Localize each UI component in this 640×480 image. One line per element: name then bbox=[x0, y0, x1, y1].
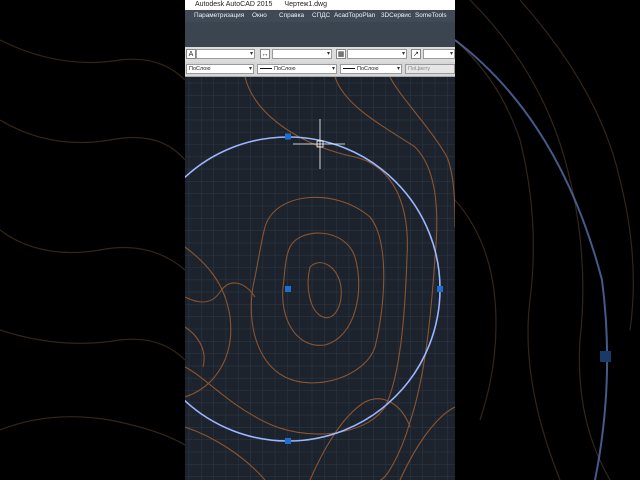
multileader-style-dropdown[interactable]: ▾ bbox=[423, 49, 455, 59]
quadrant-grip-right[interactable] bbox=[437, 286, 443, 292]
menu-item-help[interactable]: Справка bbox=[279, 10, 304, 22]
linetype-value: ПоСлою bbox=[274, 66, 296, 72]
quadrant-grip-top[interactable] bbox=[285, 133, 291, 140]
plot-style-dropdown: ПоЦвету bbox=[405, 64, 455, 74]
plot-style-value: ПоЦвету bbox=[408, 66, 431, 72]
menu-item-acadtopoplan[interactable]: AcadTopoPlan bbox=[334, 10, 375, 22]
ribbon-panel bbox=[185, 22, 455, 47]
quadrant-grip-bottom[interactable] bbox=[285, 438, 291, 444]
multileader-style-icon[interactable]: ↗ bbox=[411, 49, 421, 59]
title-bar: Autodesk AutoCAD 2015 Чертеж1.dwg bbox=[185, 0, 455, 10]
outer-grip-icon bbox=[600, 351, 611, 362]
color-dropdown[interactable]: ПоСлою ▾ bbox=[186, 64, 254, 74]
color-value: ПоСлою bbox=[189, 66, 211, 72]
properties-toolbar: ПоСлою ▾ ПоСлою ▾ ПоСлою ▾ ПоЦвету bbox=[185, 62, 455, 77]
text-style-dropdown[interactable]: ▾ bbox=[196, 49, 255, 59]
lineweight-value: ПоСлою bbox=[357, 66, 379, 72]
menu-item-parametrization[interactable]: Параметризация bbox=[194, 10, 244, 22]
document-title: Чертеж1.dwg bbox=[284, 1, 328, 8]
lineweight-dropdown[interactable]: ПоСлою ▾ bbox=[340, 64, 402, 74]
linetype-dropdown[interactable]: ПоСлою ▾ bbox=[257, 64, 337, 74]
menu-item-sometools[interactable]: SomeTools bbox=[415, 10, 447, 22]
styles-toolbar: A ▾ ↔ ▾ ▦ ▾ ↗ ▾ bbox=[185, 47, 455, 62]
text-style-icon[interactable]: A bbox=[186, 49, 196, 59]
menu-bar: Параметризация Окно Справка СПДС AcadTop… bbox=[185, 10, 455, 22]
center-grip[interactable] bbox=[285, 286, 291, 292]
menu-item-3dservice[interactable]: 3DСервис bbox=[381, 10, 411, 22]
drawing-canvas[interactable] bbox=[185, 77, 455, 480]
menu-item-window[interactable]: Окно bbox=[252, 10, 267, 22]
app-title: Autodesk AutoCAD 2015 bbox=[195, 1, 273, 8]
menu-item-spds[interactable]: СПДС bbox=[312, 10, 330, 22]
dimension-style-icon[interactable]: ↔ bbox=[260, 49, 270, 59]
dimension-style-dropdown[interactable]: ▾ bbox=[272, 49, 332, 59]
table-style-dropdown[interactable]: ▾ bbox=[347, 49, 407, 59]
autocad-window: Autodesk AutoCAD 2015 Чертеж1.dwg Параме… bbox=[185, 0, 455, 480]
table-style-icon[interactable]: ▦ bbox=[336, 49, 346, 59]
